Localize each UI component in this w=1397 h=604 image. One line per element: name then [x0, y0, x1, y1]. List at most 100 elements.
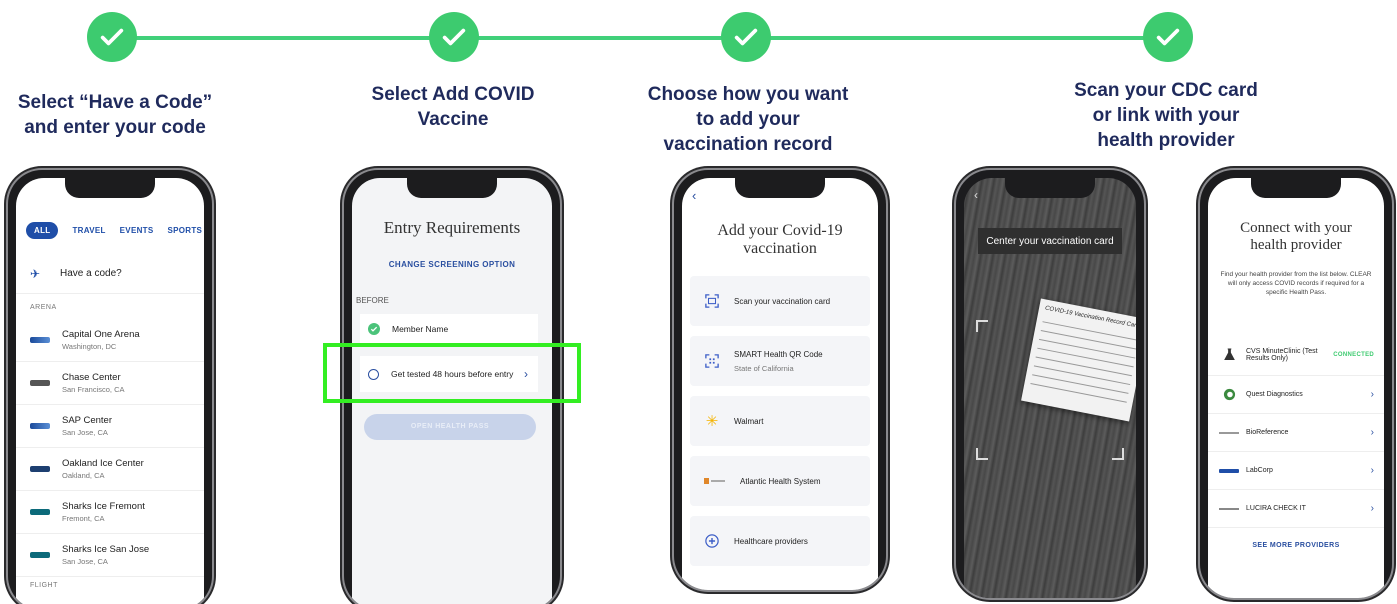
step-3-check-icon	[721, 12, 771, 62]
venue-city: San Francisco, CA	[62, 385, 125, 394]
option-walmart[interactable]: ✳ Walmart	[690, 396, 870, 446]
step-4-check-icon	[1143, 12, 1193, 62]
atlantic-health-logo	[704, 473, 726, 489]
provider-item[interactable]: LUCIRA CHECK IT ›	[1208, 490, 1384, 528]
option-scan-card[interactable]: Scan your vaccination card	[690, 276, 870, 326]
venue-logo-icon	[28, 378, 52, 388]
phone-4: ‹ Center your vaccination card COVID-19 …	[956, 170, 1144, 598]
provider-item[interactable]: Quest Diagnostics ›	[1208, 376, 1384, 414]
step-1-title: Select “Have a Code” and enter your code	[0, 90, 230, 140]
tab-events[interactable]: EVENTS	[120, 226, 154, 235]
section-flight-label: FLIGHT	[30, 582, 58, 589]
provider-list: CVS MinuteClinic (Test Results Only) CON…	[1208, 334, 1384, 528]
venue-name: Sharks Ice Fremont	[62, 501, 145, 512]
provider-item[interactable]: CVS MinuteClinic (Test Results Only) CON…	[1208, 334, 1384, 376]
venue-logo-icon	[28, 335, 52, 345]
option-smart-health[interactable]: SMART Health QR Code State of California	[690, 336, 870, 386]
phone-5: Connect with your health provider Find y…	[1200, 170, 1392, 598]
frame-corner	[976, 448, 988, 460]
open-health-pass-button[interactable]: OPEN HEALTH PASS	[364, 414, 536, 440]
option-label: SMART Health QR Code	[734, 349, 823, 359]
lucira-logo-icon	[1218, 506, 1240, 512]
vaccination-card-image: COVID-19 Vaccination Record Card	[1021, 298, 1136, 422]
provider-item[interactable]: LabCorp ›	[1208, 452, 1384, 490]
check-circle-icon	[368, 323, 380, 335]
step-4-title: Scan your CDC card or link with your hea…	[1050, 78, 1282, 153]
option-label: Scan your vaccination card	[734, 296, 831, 306]
venue-name: Capital One Arena	[62, 329, 140, 340]
phone-3-screen: ‹ Add your Covid-19 vaccination Scan you…	[682, 178, 878, 590]
camera-viewfinder: ‹ Center your vaccination card COVID-19 …	[964, 178, 1136, 598]
provider-name: Quest Diagnostics	[1246, 391, 1303, 398]
qr-icon	[704, 353, 720, 369]
phone-notch	[407, 178, 497, 198]
title-line: Connect with your	[1240, 220, 1352, 236]
provider-name: CVS MinuteClinic (Test Results Only)	[1246, 347, 1318, 362]
option-label: Walmart	[734, 416, 764, 426]
step-2-title-line: Vaccine	[417, 109, 489, 130]
step-3-title-line: to add your	[696, 109, 800, 130]
tab-all[interactable]: ALL	[26, 222, 59, 239]
phone-5-screen: Connect with your health provider Find y…	[1208, 178, 1384, 598]
add-vaccination-title: Add your Covid-19 vaccination	[682, 222, 878, 258]
connect-provider-title: Connect with your health provider	[1208, 220, 1384, 254]
healthcare-icon	[704, 533, 720, 549]
vaccination-options-list: Scan your vaccination card SMART Health …	[690, 276, 870, 576]
venue-logo-icon	[28, 550, 52, 560]
step-3-title-line: Choose how you want	[647, 84, 849, 105]
venue-item[interactable]: Capital One Arena Washington, DC	[16, 319, 204, 362]
venue-item[interactable]: Sharks Ice San Jose San Jose, CA	[16, 534, 204, 577]
frame-corner	[1112, 448, 1124, 460]
provider-name: LabCorp	[1246, 467, 1273, 474]
step-4-title-line: health provider	[1097, 130, 1235, 151]
entry-requirements-title: Entry Requirements	[383, 218, 521, 237]
step-3-title: Choose how you want to add your vaccinat…	[630, 82, 866, 157]
step-2-check-icon	[429, 12, 479, 62]
venue-item[interactable]: SAP Center San Jose, CA	[16, 405, 204, 448]
frame-corner	[976, 320, 988, 332]
phone-notch	[1005, 178, 1095, 198]
labcorp-logo-icon	[1218, 468, 1240, 474]
phone-notch	[65, 178, 155, 198]
step-2-title: Select Add COVID Vaccine	[340, 82, 566, 132]
member-name-row: Member Name	[360, 314, 538, 344]
tab-travel[interactable]: TRAVEL	[72, 226, 105, 235]
flask-icon	[1218, 348, 1240, 361]
option-atlantic-health[interactable]: Atlantic Health System	[690, 456, 870, 506]
venue-logo-icon	[28, 464, 52, 474]
connected-badge: CONNECTED	[1333, 351, 1374, 358]
center-card-banner: Center your vaccination card	[978, 228, 1122, 254]
phone-3: ‹ Add your Covid-19 vaccination Scan you…	[674, 170, 886, 590]
phone-1: ALL TRAVEL EVENTS SPORTS ✈ Have a code? …	[8, 170, 212, 604]
provider-item[interactable]: BioReference ›	[1208, 414, 1384, 452]
phone-notch	[1251, 178, 1341, 198]
venue-item[interactable]: Sharks Ice Fremont Fremont, CA	[16, 491, 204, 534]
title-line: Add your Covid-19	[717, 222, 843, 239]
progress-line	[110, 36, 1170, 40]
venue-item[interactable]: Oakland Ice Center Oakland, CA	[16, 448, 204, 491]
step-1-title-line: and enter your code	[24, 117, 206, 138]
venue-item[interactable]: Chase Center San Francisco, CA	[16, 362, 204, 405]
step-3-title-line: vaccination record	[663, 134, 833, 155]
option-label: Healthcare providers	[734, 536, 808, 546]
bioreference-logo-icon	[1218, 430, 1240, 436]
back-arrow-icon[interactable]: ‹	[974, 188, 978, 202]
change-screening-option-link[interactable]: CHANGE SCREENING OPTION	[352, 260, 552, 269]
venue-city: San Jose, CA	[62, 428, 108, 437]
venue-name: Sharks Ice San Jose	[62, 544, 150, 555]
have-code-row[interactable]: ✈ Have a code?	[16, 254, 204, 294]
phone-notch	[735, 178, 825, 198]
option-label: Atlantic Health System	[740, 476, 821, 486]
venue-city: Washington, DC	[62, 342, 117, 351]
scan-icon	[704, 293, 720, 309]
quest-logo-icon	[1218, 388, 1240, 401]
venue-city: San Jose, CA	[62, 557, 108, 566]
plane-icon: ✈	[30, 266, 41, 281]
tab-sports[interactable]: SPORTS	[167, 226, 202, 235]
walmart-spark-icon: ✳	[705, 413, 719, 430]
member-name-label: Member Name	[392, 324, 449, 334]
option-healthcare-providers[interactable]: Healthcare providers	[690, 516, 870, 566]
provider-name: LUCIRA CHECK IT	[1246, 505, 1306, 512]
back-arrow-icon[interactable]: ‹	[692, 188, 696, 203]
see-more-providers-link[interactable]: SEE MORE PROVIDERS	[1208, 542, 1384, 549]
